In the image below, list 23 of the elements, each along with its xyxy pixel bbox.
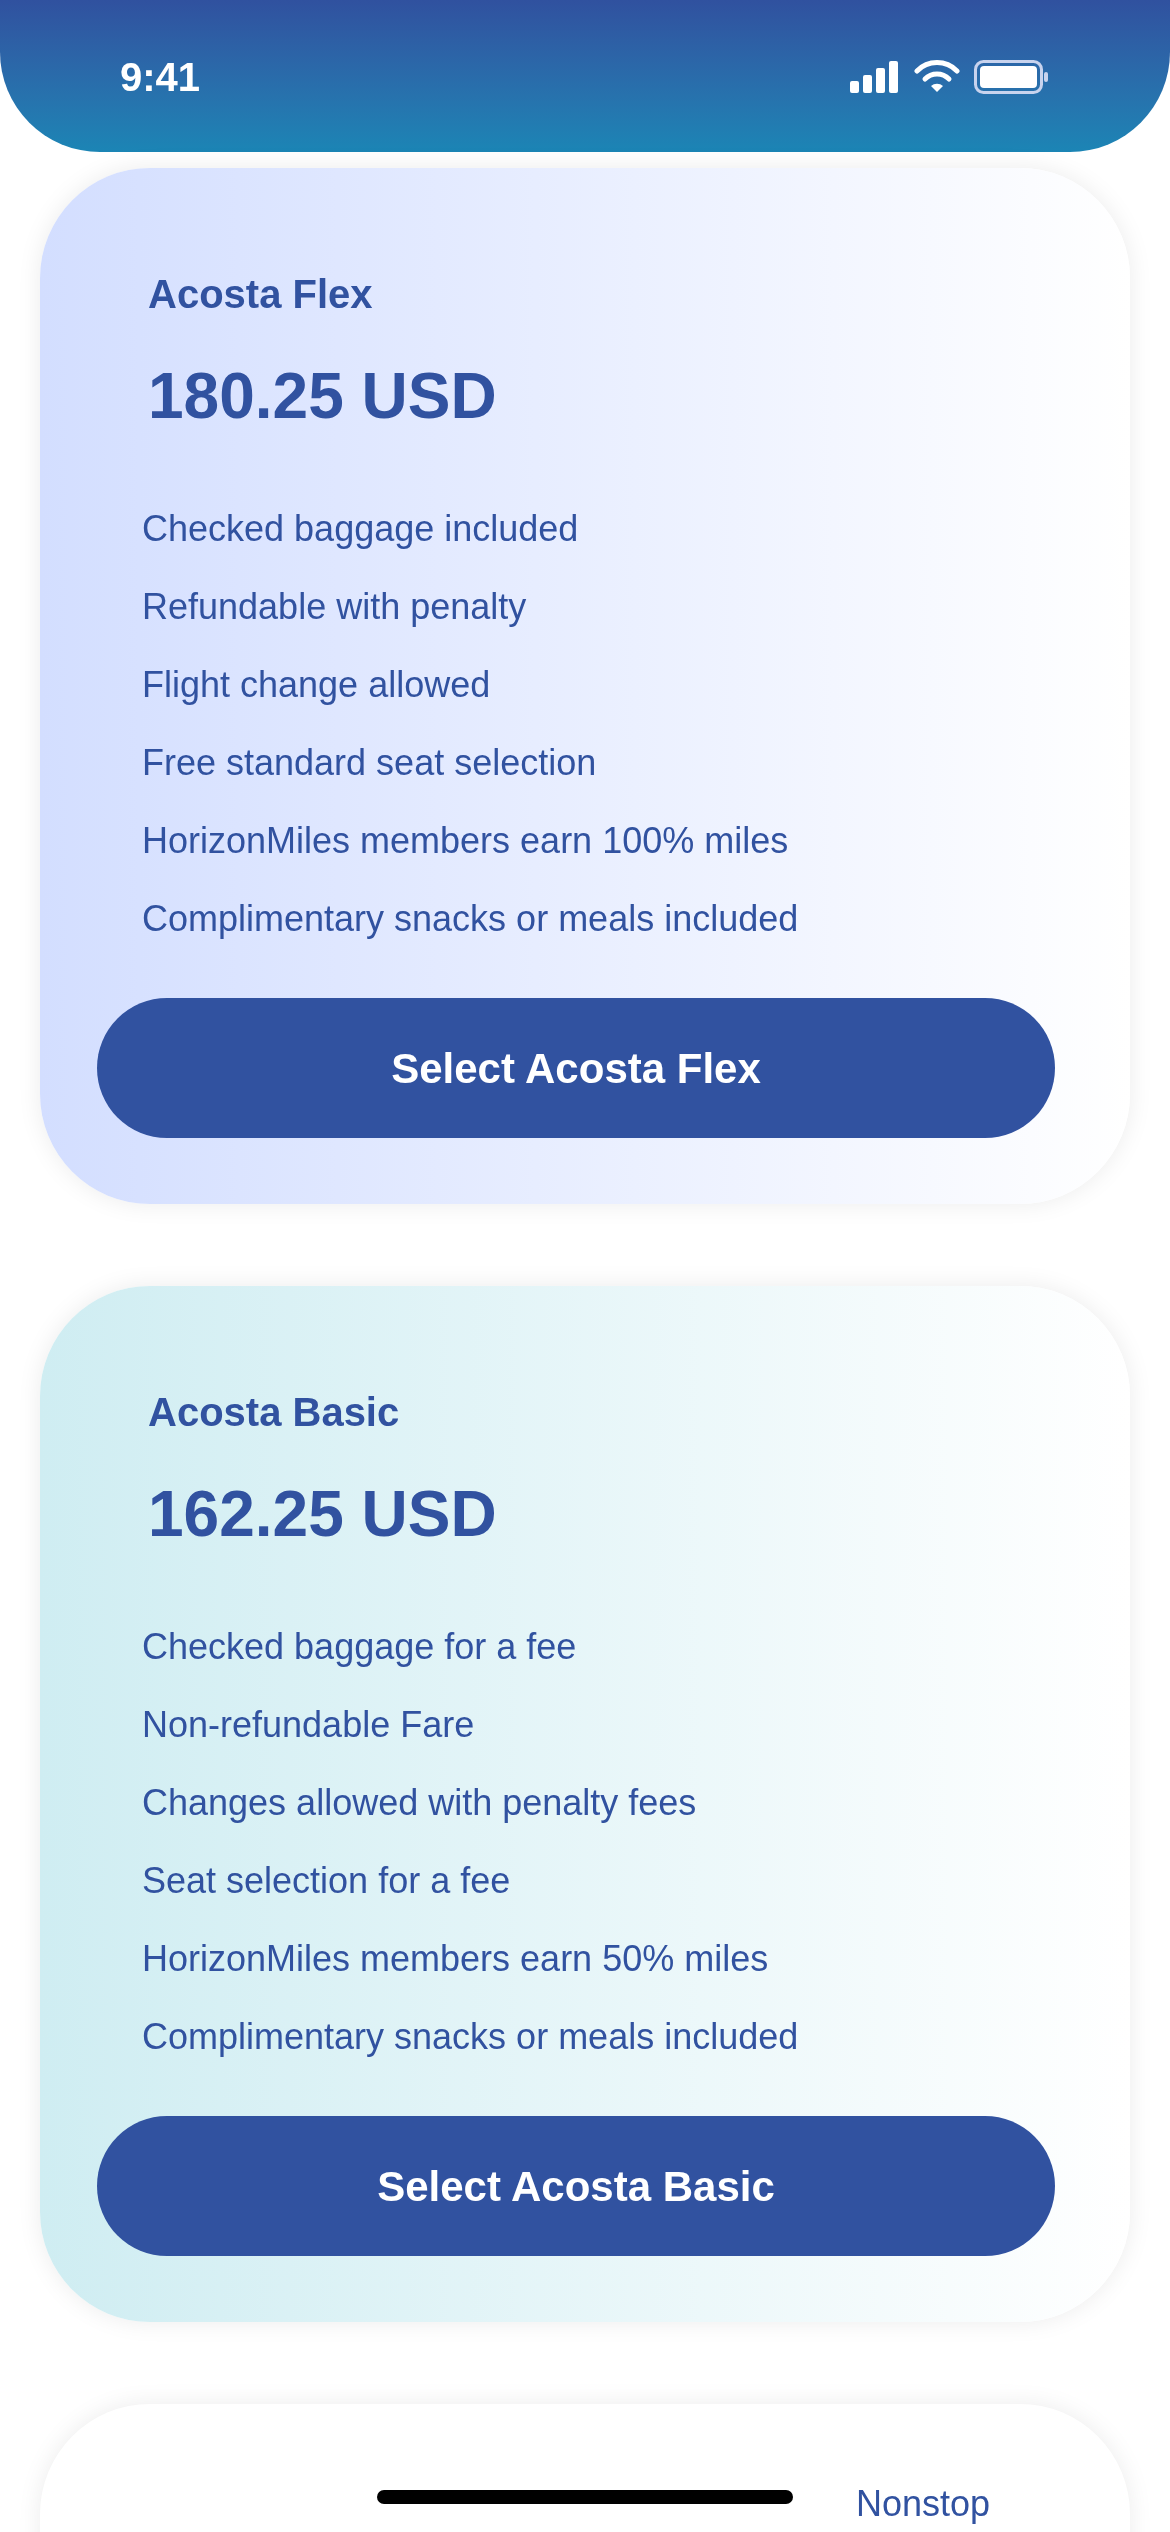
fare-feature: HorizonMiles members earn 100% miles	[142, 819, 790, 863]
fare-price: 162.25 USD	[148, 1477, 498, 1552]
fare-feature: Free standard seat selection	[142, 741, 598, 785]
fare-feature: Seat selection for a fee	[142, 1859, 512, 1903]
fare-feature: Non-refundable Fare	[142, 1703, 476, 1747]
select-fare-button[interactable]: Select Acosta Flex	[97, 998, 1055, 1138]
select-fare-button[interactable]: Select Acosta Basic	[97, 2116, 1055, 2256]
status-time: 9:41	[120, 54, 201, 101]
fare-feature: Changes allowed with penalty fees	[142, 1781, 698, 1825]
fare-feature: Checked baggage for a fee	[142, 1625, 578, 1669]
fare-price: 180.25 USD	[148, 359, 498, 434]
fare-feature: Checked baggage included	[142, 507, 580, 551]
fare-feature: Complimentary snacks or meals included	[142, 897, 800, 941]
fare-feature: Flight change allowed	[142, 663, 492, 707]
fare-feature: Refundable with penalty	[142, 585, 528, 629]
signal-icon	[850, 61, 900, 93]
wifi-icon	[914, 60, 960, 94]
fare-name: Acosta Flex	[148, 271, 374, 318]
fare-name: Acosta Basic	[148, 1389, 401, 1436]
battery-icon	[974, 60, 1050, 94]
nonstop-label: Nonstop	[855, 2484, 990, 2526]
fare-feature: HorizonMiles members earn 50% miles	[142, 1937, 770, 1981]
fare-feature: Complimentary snacks or meals included	[142, 2015, 800, 2059]
